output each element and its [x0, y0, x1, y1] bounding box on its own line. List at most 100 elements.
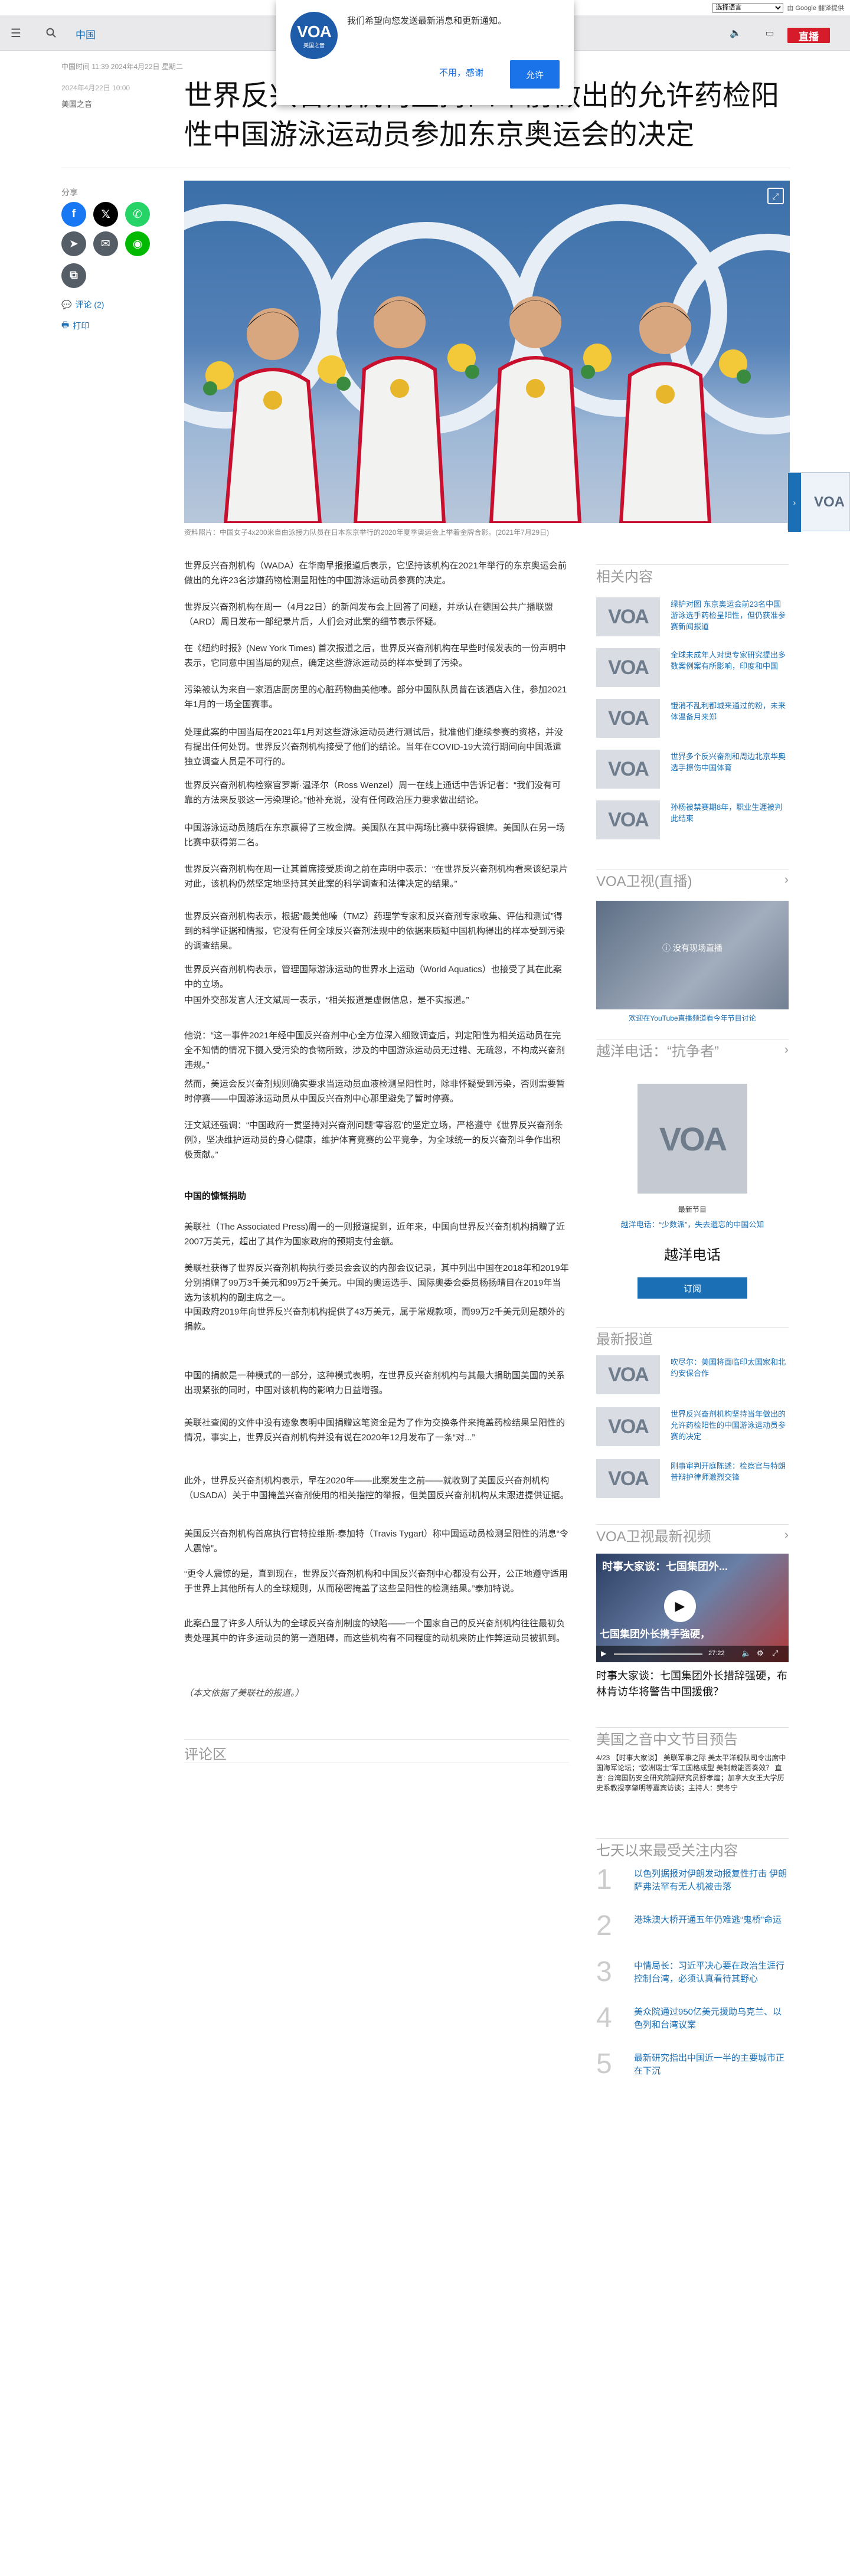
hotline-heading[interactable]: 越洋电话：“抗争者” ›: [596, 1039, 789, 1060]
share-telegram-button[interactable]: ➤: [61, 231, 86, 256]
facebook-icon: f: [71, 208, 76, 220]
comments-link[interactable]: 💬 评论 (2): [61, 299, 104, 310]
tv-button[interactable]: ▭: [758, 15, 782, 51]
subscribe-button[interactable]: 订阅: [638, 1277, 747, 1299]
related-title: 饿消不乱利都城来通过的粉，未来体温备月来郑: [671, 701, 786, 721]
share-label: 分享: [61, 188, 78, 197]
decline-button[interactable]: 不用，感谢: [439, 66, 483, 79]
language-select[interactable]: 选择语言: [712, 2, 784, 13]
play-button[interactable]: ▶: [664, 1590, 696, 1622]
line-icon: ◉: [132, 237, 143, 250]
copy-icon: ⧉: [70, 269, 78, 282]
hotline-cover[interactable]: VOA: [638, 1084, 747, 1194]
video-heading-label: VOA卫视最新视频: [596, 1529, 711, 1545]
expand-photo-button[interactable]: ⤢: [767, 188, 784, 204]
chevron-right-icon: ›: [784, 872, 789, 887]
share-line-button[interactable]: ◉: [125, 231, 150, 256]
article-paragraph: 中国的捐款是一种模式的一部分，这种模式表明，在世界反兴奋剂机构与其最大捐助国美国…: [184, 1371, 565, 1395]
volume-icon[interactable]: 🔈: [741, 1649, 751, 1658]
share-x-button[interactable]: 𝕏: [93, 202, 118, 227]
article-subheading: 中国的慷慨捐助: [184, 1191, 247, 1201]
tv-icon: ▭: [765, 28, 774, 38]
related-title: 孙杨被禁赛期8年，职业生涯被判此结束: [671, 803, 783, 823]
play-icon: ▶: [675, 1598, 685, 1613]
latest-item[interactable]: VOA 刚事审判开庭陈述：检察官与特朗普辩护律师激烈交锋: [596, 1459, 789, 1498]
video-caption-link[interactable]: 时事大家谈：七国集团外长措辞强硬，布林肯访华将警告中国援俄？: [596, 1668, 789, 1700]
article-byline: 美国之音: [61, 100, 93, 109]
hotline-episode-link[interactable]: 越洋电话：“少数派”，失去遗忘的中国公知: [596, 1218, 789, 1230]
latest-item[interactable]: VOA 吹尽尔：美国将面临印太国家和北约安保合作: [596, 1355, 789, 1394]
menu-icon: ☰: [11, 27, 21, 40]
article-paragraph: 世界反兴奋剂机构在周一让其首席接受质询之前在声明中表示：“在世界反兴奋剂机构看来…: [184, 864, 568, 889]
hotline-title: 越洋电话: [664, 1247, 721, 1263]
video-heading[interactable]: VOA卫视最新视频 ›: [596, 1524, 789, 1545]
top-stories-heading: 七天以来最受关注内容: [596, 1838, 789, 1859]
top-story-rank: 3: [596, 1956, 612, 1987]
print-link[interactable]: 🖶 打印: [61, 319, 89, 333]
tv-youtube-link[interactable]: 欢迎在YouTube直播频道看今年节目讨论: [596, 1013, 789, 1023]
tv-heading[interactable]: VOA卫视(直播) ›: [596, 869, 789, 890]
article-paragraph: 世界反兴奋剂机构在周一（4月22日）的新闻发布会上回答了问题，并承认在德国公共广…: [184, 602, 554, 627]
floating-voa-logo: VOA: [814, 494, 845, 510]
x-icon: 𝕏: [101, 208, 110, 221]
floating-voa-tab[interactable]: › VOA: [787, 472, 850, 532]
comments-heading: 评论区: [184, 1747, 227, 1763]
related-item[interactable]: VOA 饿消不乱利都城来通过的粉，未来体温备月来郑: [596, 699, 789, 738]
play-icon[interactable]: ▶: [601, 1649, 606, 1658]
notification-prompt: VOA 美国之音 我们希望向您发送最新消息和更新通知。 不用，感谢 允许: [276, 0, 574, 105]
top-story-rank: 2: [596, 1910, 612, 1941]
top-story-rank: 1: [596, 1864, 612, 1895]
latest-item[interactable]: VOA 世界反兴奋剂机构坚持当年做出的允许药检阳性的中国游泳运动员参赛的决定: [596, 1407, 789, 1446]
top-story-title: 美众院通过950亿美元援助乌克兰、以色列和台湾议案: [634, 2007, 782, 2030]
article-paragraph: 世界反兴奋剂机构表示，管理国际游泳运动的世界水上运动（World Aquatic…: [184, 965, 562, 989]
voa-logo: VOA 美国之音: [290, 12, 338, 59]
allow-button[interactable]: 允许: [510, 60, 560, 89]
latest-title: 世界反兴奋剂机构坚持当年做出的允许药检阳性的中国游泳运动员参赛的决定: [671, 1410, 786, 1441]
share-whatsapp-button[interactable]: ✆: [125, 202, 150, 227]
article-paragraph: 在《纽约时报》(New York Times) 首次报道之后，世界反兴奋剂机构在…: [184, 643, 566, 668]
article-paragraph: 中国外交部发言人汪文斌周一表示，“相关报道是虚假信息，是不实报道。”: [184, 995, 469, 1005]
menu-button[interactable]: ☰: [0, 15, 32, 51]
search-button[interactable]: [35, 15, 67, 51]
video-progress-bar[interactable]: [614, 1653, 702, 1655]
video-banner: 七国集团外长携手強硬，: [600, 1629, 710, 1640]
whatsapp-icon: ✆: [133, 208, 142, 221]
video-player[interactable]: 时事大家谈：七国集团外... ▶ 七国集团外长携手強硬， ▶ 27:22 🔈 ⚙…: [596, 1554, 789, 1662]
settings-icon[interactable]: ⚙: [757, 1649, 764, 1658]
article-paragraph: 此案凸显了许多人所认为的全球反兴奋剂制度的缺陷——一个国家自己的反兴奋剂机构往往…: [184, 1619, 565, 1643]
article-paragraph: 世界反兴奋剂机构检察官罗斯·温泽尔（Ross Wenzel）周一在线上通话中告诉…: [184, 780, 561, 805]
related-item[interactable]: VOA 全球未成年人对奥专家研究提出多数案例案有所影响，印度和中国: [596, 648, 789, 687]
video-controls[interactable]: ▶ 27:22 🔈 ⚙ ⤢: [596, 1646, 789, 1662]
live-button[interactable]: 直播: [787, 28, 830, 43]
article-paragraph: 他说：“这一事件2021年经中国反兴奋剂中心全方位深入细致调查后，判定阳性为相关…: [184, 1031, 565, 1070]
article-dateline: 中国时间 11:39 2024年4月22日 星期二: [61, 63, 183, 71]
section-link-china[interactable]: 中国: [76, 27, 96, 41]
latest-thumbnail: VOA: [596, 1407, 660, 1446]
comment-icon: 💬: [61, 299, 72, 309]
related-item[interactable]: VOA 世界多个反兴奋剂和周边北京华奥选手擦伤中国体育: [596, 750, 789, 789]
audio-button[interactable]: 🔈: [724, 15, 747, 51]
related-item[interactable]: VOA 绿护对图 东京奥运会前23名中国游泳选手药检呈阳性，但仍获准参赛新闻报道: [596, 597, 789, 636]
share-copy-link-button[interactable]: ⧉: [61, 263, 86, 288]
comments-link-label: 评论 (2): [75, 300, 104, 309]
article-paragraph: （本文依据了美联社的报道。）: [184, 1688, 304, 1698]
article-paragraph: 此外，世界反兴奋剂机构表示，早在2020年——此案发生之前——就收到了美国反兴奋…: [184, 1476, 569, 1501]
share-email-button[interactable]: ✉: [93, 231, 118, 256]
notification-message: 我们希望向您发送最新消息和更新通知。: [347, 16, 507, 26]
comments-divider: [184, 1739, 569, 1740]
share-facebook-button[interactable]: f: [61, 202, 86, 227]
video-duration: 27:22: [708, 1650, 725, 1657]
voa-logo-text: VOA: [297, 22, 332, 41]
article-paragraph: 中国政府2019年向世界反兴奋剂机构提供了43万美元，属于常规款项，而99万2千…: [184, 1307, 565, 1332]
related-item[interactable]: VOA 孙杨被禁赛期8年，职业生涯被判此结束: [596, 800, 789, 839]
article-main-photo: ⤢: [184, 181, 790, 523]
related-thumbnail: VOA: [596, 800, 660, 839]
article-paragraph: 中国游泳运动员随后在东京赢得了三枚金牌。美国队在其中两场比赛中获得银牌。美国队在…: [184, 823, 565, 848]
video-title-overlay: 时事大家谈：七国集团外...: [602, 1561, 728, 1573]
fullscreen-icon[interactable]: ⤢: [772, 1649, 778, 1658]
search-icon: [46, 28, 56, 38]
latest-heading: 最新报道: [596, 1327, 789, 1348]
related-thumbnail: VOA: [596, 597, 660, 636]
voa-logo-sub: 美国之音: [303, 42, 325, 48]
tv-live-player[interactable]: ⓘ 没有现场直播: [596, 901, 789, 1009]
